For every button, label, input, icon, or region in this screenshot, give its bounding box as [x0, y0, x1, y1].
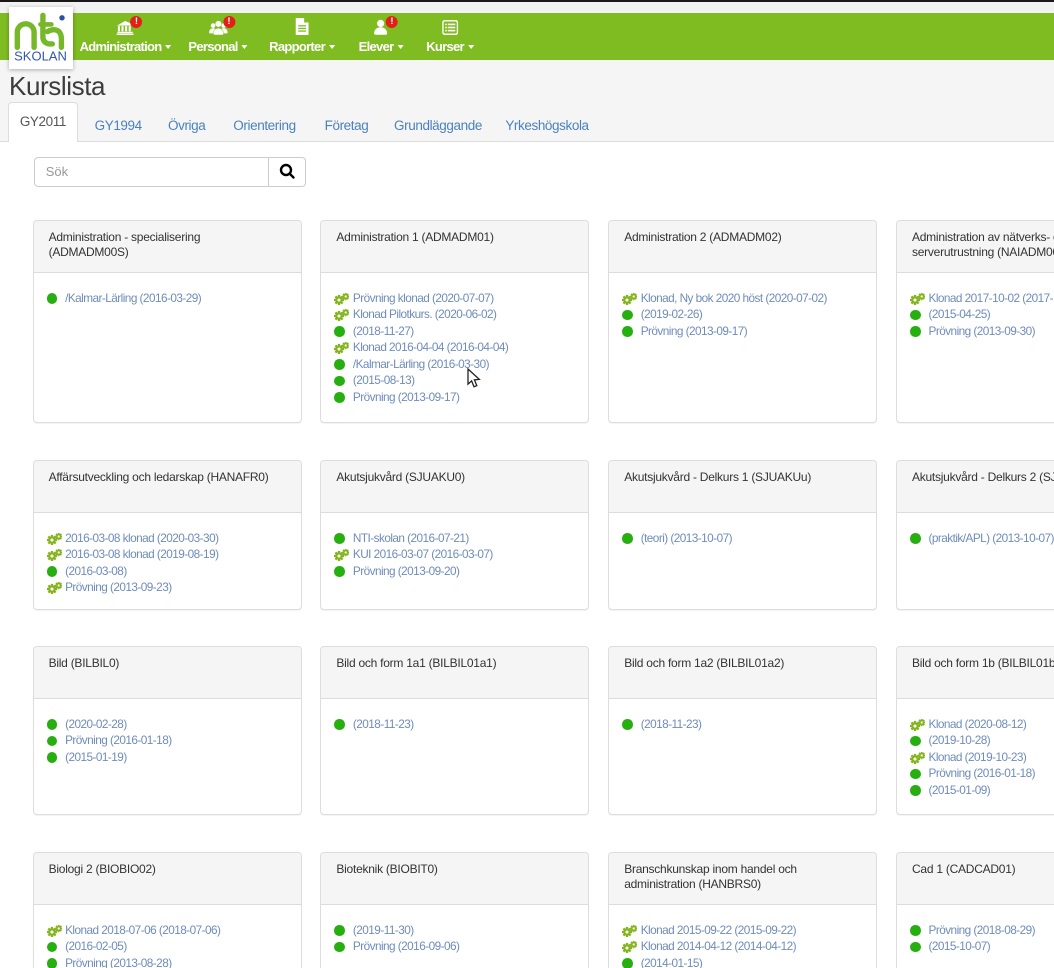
svg-text:SKOLAN: SKOLAN [14, 49, 67, 64]
